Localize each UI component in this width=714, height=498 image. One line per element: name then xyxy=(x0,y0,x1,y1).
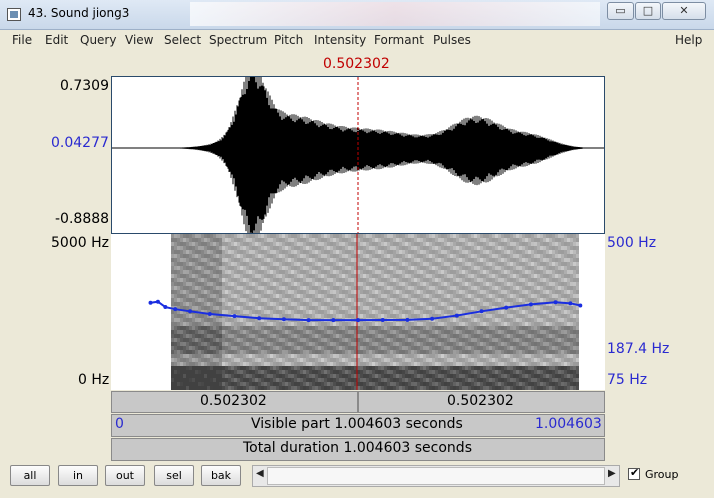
scroll-right-icon[interactable]: ▶ xyxy=(608,468,616,479)
zoom-in-button[interactable]: in xyxy=(58,465,98,486)
pitch-point xyxy=(207,311,212,316)
pitch-point xyxy=(155,299,160,304)
group-checkbox[interactable] xyxy=(628,466,640,480)
zoom-all-button[interactable]: all xyxy=(10,465,50,486)
menu-query[interactable]: Query xyxy=(80,33,116,47)
time-bar-right-label: 0.502302 xyxy=(447,393,514,409)
pitch-point xyxy=(430,316,435,321)
visible-start-label: 0 xyxy=(115,416,124,432)
time-bar-left-label: 0.502302 xyxy=(200,393,267,409)
waveform-mid-label: 0.04277 xyxy=(51,135,109,151)
spectrogram-min-label: 0 Hz xyxy=(78,372,110,388)
pitch-point xyxy=(454,313,459,318)
pitch-point xyxy=(281,317,286,322)
maximize-button[interactable]: □ xyxy=(635,2,661,20)
pitch-point xyxy=(479,309,484,314)
spectrogram-energy xyxy=(171,234,579,390)
menu-edit[interactable]: Edit xyxy=(45,33,68,47)
pitch-point xyxy=(188,309,193,314)
menu-file[interactable]: File xyxy=(12,33,32,47)
visible-end-label: 1.004603 xyxy=(535,416,602,432)
waveform-signal xyxy=(171,67,583,241)
title-bar: 43. Sound jiong3 ▭ □ ✕ xyxy=(0,0,714,30)
pitch-min-label: 75 Hz xyxy=(607,372,648,388)
spectrogram-panel[interactable] xyxy=(111,234,605,390)
close-button[interactable]: ✕ xyxy=(662,2,706,20)
menu-pulses[interactable]: Pulses xyxy=(433,33,471,47)
menu-spectrum[interactable]: Spectrum xyxy=(209,33,267,47)
pitch-point xyxy=(380,318,385,323)
pitch-point xyxy=(232,314,237,319)
title-glow xyxy=(190,2,600,26)
minimize-button[interactable]: ▭ xyxy=(607,2,634,20)
pitch-point xyxy=(578,303,583,308)
menu-pitch[interactable]: Pitch xyxy=(274,33,303,47)
cursor-time-label: 0.502302 xyxy=(323,56,390,72)
pitch-point xyxy=(356,318,360,323)
spectrogram-plot xyxy=(148,234,583,390)
pitch-point xyxy=(528,302,533,307)
time-bar-left[interactable]: 0.502302 xyxy=(111,391,358,413)
pitch-point xyxy=(163,305,168,310)
menu-select[interactable]: Select xyxy=(164,33,201,47)
pitch-point xyxy=(306,318,311,323)
time-bar-right[interactable]: 0.502302 xyxy=(358,391,605,413)
menu-intensity[interactable]: Intensity xyxy=(314,33,366,47)
app-icon xyxy=(7,8,21,21)
visible-part-text: Visible part 1.004603 seconds xyxy=(251,416,463,432)
pitch-max-label: 500 Hz xyxy=(607,235,657,251)
pitch-point xyxy=(405,317,410,322)
scroll-left-icon[interactable]: ◀ xyxy=(256,468,264,479)
zoom-out-button[interactable]: out xyxy=(105,465,145,486)
pitch-point xyxy=(553,300,558,305)
pitch-value-label: 187.4 Hz xyxy=(607,341,670,357)
waveform-plot xyxy=(112,67,604,241)
pitch-point xyxy=(173,307,178,312)
pitch-point xyxy=(504,305,509,310)
total-duration-bar[interactable]: Total duration 1.004603 seconds xyxy=(111,438,605,461)
pitch-point xyxy=(331,318,336,323)
pitch-point xyxy=(257,316,262,321)
zoom-sel-button[interactable]: sel xyxy=(154,465,194,486)
waveform-min-label: -0.8888 xyxy=(55,211,110,227)
scrollbar-thumb[interactable] xyxy=(267,467,605,485)
menu-bar: File Edit Query View Select Spectrum Pit… xyxy=(0,30,714,50)
pitch-point xyxy=(148,300,153,305)
group-toggle[interactable]: Group xyxy=(628,466,679,481)
total-duration-text: Total duration 1.004603 seconds xyxy=(243,440,472,456)
window-title: 43. Sound jiong3 xyxy=(28,6,130,20)
menu-view[interactable]: View xyxy=(125,33,153,47)
pitch-point xyxy=(568,301,573,306)
group-label: Group xyxy=(645,468,679,481)
waveform-panel[interactable] xyxy=(111,67,605,241)
time-scrollbar[interactable]: ◀ ▶ xyxy=(252,465,620,487)
spectrogram-max-label: 5000 Hz xyxy=(51,235,109,251)
waveform-max-label: 0.7309 xyxy=(60,78,109,94)
zoom-back-button[interactable]: bak xyxy=(201,465,241,486)
menu-help[interactable]: Help xyxy=(675,33,702,47)
menu-formant[interactable]: Formant xyxy=(374,33,424,47)
visible-part-bar[interactable]: 0 Visible part 1.004603 seconds 1.004603 xyxy=(111,414,605,437)
